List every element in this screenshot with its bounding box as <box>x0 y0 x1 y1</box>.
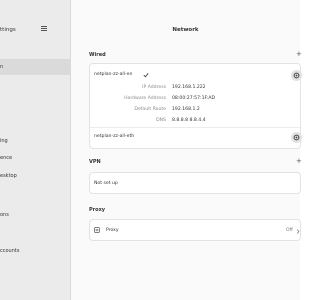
sidebar-item-accounts[interactable]: ccounts <box>0 243 71 259</box>
vpn-section-label: VPN <box>89 159 101 165</box>
page-title: Network <box>172 27 199 33</box>
proxy-section-label: Proxy <box>89 207 106 213</box>
divider <box>90 127 302 128</box>
gear-icon <box>293 72 300 79</box>
sidebar-item-label: ing <box>0 138 8 144</box>
chevron-right-icon <box>296 229 300 234</box>
proxy-network-icon <box>94 227 100 233</box>
ip-address-value: 192.168.1.222 <box>172 85 206 90</box>
vpn-card: Not set up <box>89 172 301 194</box>
wired-connection-settings-button[interactable] <box>291 70 302 81</box>
sidebar-item-label: ccounts <box>0 248 20 254</box>
sidebar-item-label: ons <box>0 212 9 218</box>
sidebar-item-label: ence <box>0 155 13 161</box>
ip-address-label: IP Address <box>142 85 166 90</box>
sidebar-item-notifications[interactable]: ons <box>0 207 71 223</box>
sidebar: ttings n ing ence esktop ons ccounts <box>0 0 71 300</box>
proxy-state: Off <box>286 228 293 233</box>
hamburger-menu-icon[interactable] <box>41 26 48 33</box>
vpn-status: Not set up <box>94 181 118 186</box>
sidebar-item-network[interactable]: n <box>0 59 71 75</box>
wired-connection-2-settings-button[interactable] <box>291 132 302 143</box>
plus-icon[interactable]: + <box>296 51 302 58</box>
proxy-card[interactable]: Proxy Off <box>89 219 301 241</box>
sidebar-item-label: n <box>0 64 4 70</box>
wired-section-label: Wired <box>89 52 106 58</box>
sidebar-item-sharing[interactable]: ing <box>0 133 71 149</box>
wired-card: netplan-zz-all-en IP Address 192.168.1.2… <box>89 63 302 149</box>
sidebar-item-label: esktop <box>0 173 17 179</box>
sidebar-title: ttings <box>0 27 16 33</box>
check-icon <box>143 72 149 78</box>
plus-icon[interactable]: + <box>296 158 302 165</box>
sidebar-item-appearance[interactable]: ence <box>0 150 71 166</box>
wired-connection-name-2: netplan-zz-all-eth <box>94 134 135 139</box>
dns-label: DNS <box>156 118 166 123</box>
default-route-value: 192.168.1.2 <box>172 107 200 112</box>
gear-icon <box>293 134 300 141</box>
hardware-address-label: Hardware Address <box>124 96 166 101</box>
default-route-label: Default Route <box>134 107 166 112</box>
wired-connection-name: netplan-zz-all-en <box>94 72 133 77</box>
main-panel: Network Wired + netplan-zz-all-en IP Add… <box>71 0 302 300</box>
hardware-address-value: 08:00:27:57:1F:AD <box>172 96 216 101</box>
dns-value: 8.8.8.8 8.8.4.4 <box>172 118 206 123</box>
sidebar-item-desktop[interactable]: esktop <box>0 168 71 184</box>
proxy-row-label: Proxy <box>106 228 119 233</box>
